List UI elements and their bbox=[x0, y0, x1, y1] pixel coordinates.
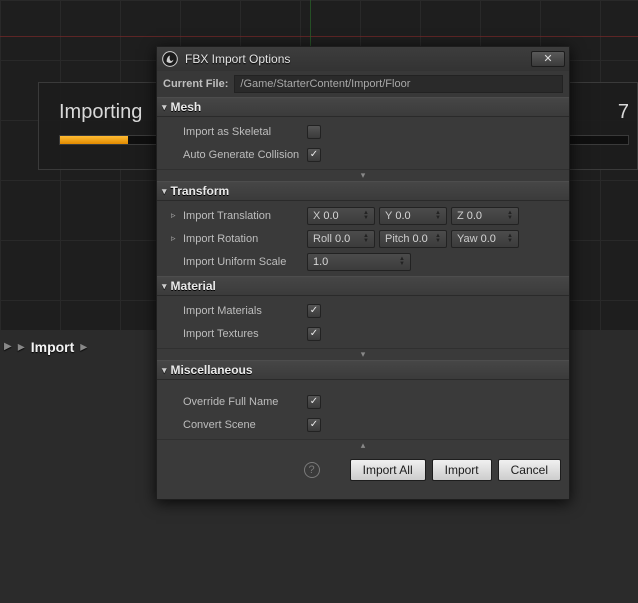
current-file-bar: Current File: /Game/StarterContent/Impor… bbox=[157, 71, 569, 97]
import-progress-label: Importing bbox=[59, 101, 142, 124]
section-material: ▾ Material Import Materials Import Textu… bbox=[157, 276, 569, 360]
row-override-full-name: Override Full Name bbox=[157, 390, 569, 413]
import-all-button[interactable]: Import All bbox=[350, 459, 426, 481]
section-advanced-toggle-misc[interactable]: ▴ bbox=[157, 439, 569, 451]
grid-axis-x bbox=[0, 36, 638, 37]
dialog-footer: ? Import All Import Cancel bbox=[157, 451, 569, 499]
disclosure-triangle-icon: ▾ bbox=[162, 281, 167, 292]
spinner-uniform-scale[interactable]: 1.0▲▼ bbox=[307, 253, 411, 271]
section-title: Material bbox=[171, 279, 216, 293]
spinner-rotation-pitch[interactable]: Pitch0.0▲▼ bbox=[379, 230, 447, 248]
chevron-up-icon: ▴ bbox=[361, 440, 366, 451]
current-file-path: /Game/StarterContent/Import/Floor bbox=[234, 75, 563, 93]
section-mesh: ▾ Mesh Import as Skeletal Auto Generate … bbox=[157, 97, 569, 181]
label-import-textures: Import Textures bbox=[183, 328, 307, 340]
cancel-button[interactable]: Cancel bbox=[498, 459, 561, 481]
label-import-translation: Import Translation bbox=[183, 210, 307, 222]
disclosure-triangle-icon: ▾ bbox=[162, 365, 167, 376]
disclosure-triangle-icon: ▾ bbox=[162, 102, 167, 113]
close-button[interactable]: ✕ bbox=[531, 51, 565, 67]
chevron-down-icon: ▾ bbox=[361, 349, 366, 360]
section-title: Miscellaneous bbox=[171, 363, 253, 377]
chevron-right-icon: ▶ bbox=[4, 341, 12, 352]
spinner-translation-z[interactable]: Z0.0▲▼ bbox=[451, 207, 519, 225]
fbx-import-options-dialog: FBX Import Options ✕ Current File: /Game… bbox=[156, 46, 570, 500]
close-icon: ✕ bbox=[543, 54, 552, 65]
row-import-materials: Import Materials bbox=[157, 299, 569, 322]
checkbox-import-materials[interactable] bbox=[307, 304, 321, 318]
disclosure-triangle-icon: ▾ bbox=[162, 186, 167, 197]
section-miscellaneous: ▾ Miscellaneous Override Full Name Conve… bbox=[157, 360, 569, 451]
dialog-titlebar[interactable]: FBX Import Options ✕ bbox=[157, 47, 569, 71]
row-import-rotation: ▹ Import Rotation Roll0.0▲▼ Pitch0.0▲▼ Y… bbox=[157, 227, 569, 250]
row-import-uniform-scale: Import Uniform Scale 1.0▲▼ bbox=[157, 250, 569, 273]
section-advanced-toggle-material[interactable]: ▾ bbox=[157, 348, 569, 360]
checkbox-auto-generate-collision[interactable] bbox=[307, 148, 321, 162]
row-import-as-skeletal: Import as Skeletal bbox=[157, 120, 569, 143]
spinner-translation-y[interactable]: Y0.0▲▼ bbox=[379, 207, 447, 225]
row-auto-generate-collision: Auto Generate Collision bbox=[157, 143, 569, 166]
section-header-miscellaneous[interactable]: ▾ Miscellaneous bbox=[157, 360, 569, 380]
spinner-rotation-roll[interactable]: Roll0.0▲▼ bbox=[307, 230, 375, 248]
breadcrumb-separator-icon: ▸ bbox=[18, 338, 25, 355]
label-override-full-name: Override Full Name bbox=[183, 396, 307, 408]
row-import-translation: ▹ Import Translation X0.0▲▼ Y0.0▲▼ Z0.0▲… bbox=[157, 204, 569, 227]
chevron-down-icon: ▾ bbox=[361, 170, 366, 181]
section-header-transform[interactable]: ▾ Transform bbox=[157, 181, 569, 201]
label-import-as-skeletal: Import as Skeletal bbox=[183, 126, 307, 138]
label-import-rotation: Import Rotation bbox=[183, 233, 307, 245]
section-title: Transform bbox=[171, 184, 230, 198]
row-convert-scene: Convert Scene bbox=[157, 413, 569, 436]
breadcrumb-current[interactable]: Import bbox=[31, 339, 75, 355]
section-header-material[interactable]: ▾ Material bbox=[157, 276, 569, 296]
checkbox-import-textures[interactable] bbox=[307, 327, 321, 341]
breadcrumb: ▶ ▸ Import ▸ bbox=[4, 338, 87, 355]
import-progress-percent: 7 bbox=[618, 101, 629, 124]
row-import-textures: Import Textures bbox=[157, 322, 569, 345]
label-import-uniform-scale: Import Uniform Scale bbox=[183, 256, 307, 268]
spinner-rotation-yaw[interactable]: Yaw0.0▲▼ bbox=[451, 230, 519, 248]
import-button[interactable]: Import bbox=[432, 459, 492, 481]
help-icon[interactable]: ? bbox=[304, 462, 320, 478]
dialog-title: FBX Import Options bbox=[185, 52, 290, 66]
section-advanced-toggle-mesh[interactable]: ▾ bbox=[157, 169, 569, 181]
current-file-label: Current File: bbox=[163, 78, 228, 90]
label-import-materials: Import Materials bbox=[183, 305, 307, 317]
breadcrumb-separator-icon: ▸ bbox=[80, 338, 87, 355]
checkbox-convert-scene[interactable] bbox=[307, 418, 321, 432]
section-title: Mesh bbox=[171, 100, 202, 114]
checkbox-import-as-skeletal[interactable] bbox=[307, 125, 321, 139]
expand-icon[interactable]: ▹ bbox=[171, 210, 181, 221]
section-transform: ▾ Transform ▹ Import Translation X0.0▲▼ … bbox=[157, 181, 569, 276]
spinner-translation-x[interactable]: X0.0▲▼ bbox=[307, 207, 375, 225]
import-progress-fill bbox=[60, 136, 128, 144]
unreal-logo-icon bbox=[161, 50, 179, 68]
label-convert-scene: Convert Scene bbox=[183, 419, 307, 431]
section-header-mesh[interactable]: ▾ Mesh bbox=[157, 97, 569, 117]
expand-icon[interactable]: ▹ bbox=[171, 233, 181, 244]
label-auto-generate-collision: Auto Generate Collision bbox=[183, 149, 307, 161]
checkbox-override-full-name[interactable] bbox=[307, 395, 321, 409]
